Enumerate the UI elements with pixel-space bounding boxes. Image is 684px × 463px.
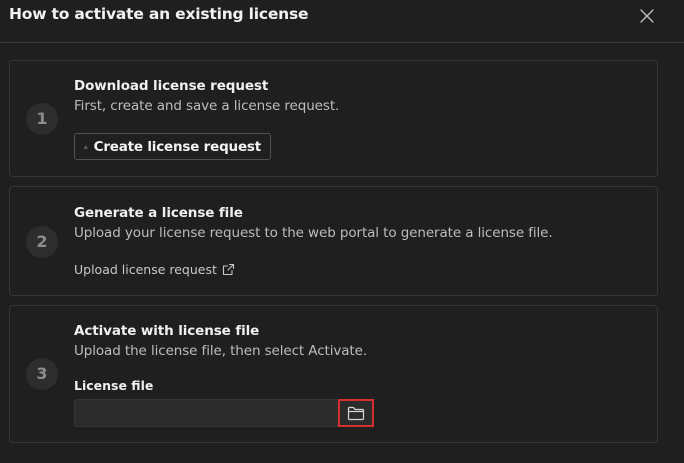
external-link-icon: [222, 263, 234, 276]
upload-license-request-label: Upload license request: [74, 262, 217, 277]
license-file-label: License file: [74, 378, 154, 393]
license-file-field: [74, 399, 374, 427]
step-card-generate: 2 Generate a license file Upload your li…: [9, 186, 658, 296]
download-icon: [84, 144, 88, 148]
folder-icon: [347, 406, 365, 420]
activate-license-dialog: How to activate an existing license 1 Do…: [0, 0, 684, 463]
license-file-input[interactable]: [74, 399, 338, 427]
upload-license-request-link[interactable]: Upload license request: [74, 262, 235, 277]
step-number-badge: 2: [26, 226, 58, 258]
step-description: First, create and save a license request…: [74, 98, 340, 114]
step-card-download: 1 Download license request First, create…: [9, 60, 658, 177]
step-card-activate: 3 Activate with license file Upload the …: [9, 305, 658, 443]
step-description: Upload your license request to the web p…: [74, 225, 553, 241]
step-number-badge: 1: [26, 103, 58, 135]
dialog-title: How to activate an existing license: [9, 5, 309, 23]
browse-file-button[interactable]: [338, 399, 374, 427]
step-number-badge: 3: [26, 358, 58, 390]
step-title: Generate a license file: [74, 205, 243, 221]
step-title: Download license request: [74, 78, 269, 94]
close-icon: [640, 9, 654, 23]
create-license-request-button[interactable]: Create license request: [74, 133, 271, 160]
close-button[interactable]: [637, 6, 657, 26]
step-title: Activate with license file: [74, 323, 260, 339]
step-description: Upload the license file, then select Act…: [74, 343, 368, 359]
create-license-request-label: Create license request: [93, 138, 262, 155]
dialog-header: How to activate an existing license: [0, 0, 684, 43]
